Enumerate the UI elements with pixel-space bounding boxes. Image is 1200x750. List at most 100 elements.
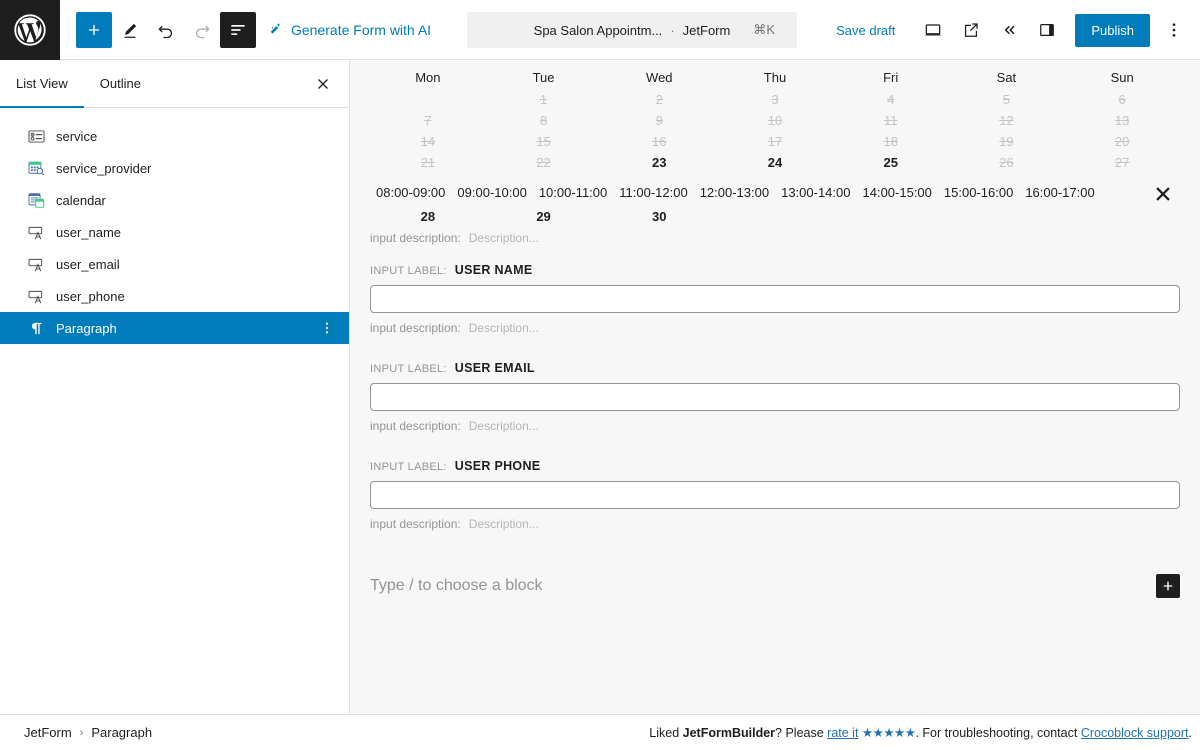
close-sidebar-button[interactable] (307, 68, 339, 100)
breadcrumb-item-paragraph[interactable]: Paragraph (91, 725, 152, 740)
calendar-day[interactable]: 4 (833, 89, 949, 110)
calendar-day[interactable]: 21 (370, 152, 486, 173)
calendar-day[interactable]: 17 (717, 131, 833, 152)
calendar-day (833, 206, 949, 227)
sidebar-item-service_provider[interactable]: service_provider (0, 152, 349, 184)
calendar-day[interactable]: 19 (949, 131, 1065, 152)
timeslot[interactable]: 09:00-10:00 (451, 183, 532, 202)
plus-icon (1163, 581, 1173, 591)
breadcrumb-item-jetform[interactable]: JetForm (24, 725, 72, 740)
timeslot[interactable]: 14:00-15:00 (857, 183, 938, 202)
kebab-menu-icon (325, 322, 329, 334)
sidebar-item-calendar[interactable]: calendar (0, 184, 349, 216)
rate-it-link[interactable]: rate it (827, 726, 858, 740)
calendar-day[interactable]: 28 (370, 206, 486, 227)
preview-external-button[interactable] (953, 12, 989, 48)
field-label-value: USER PHONE (454, 459, 541, 473)
publish-button[interactable]: Publish (1075, 13, 1150, 47)
calendar-day[interactable]: 13 (1064, 110, 1180, 131)
add-block-button[interactable] (76, 11, 112, 48)
calendar-day[interactable]: 1 (486, 89, 602, 110)
calendar-day[interactable]: 29 (486, 206, 602, 227)
append-block-button[interactable] (1156, 574, 1180, 598)
external-link-icon (965, 23, 978, 37)
tab-list-view[interactable]: List View (0, 60, 84, 108)
document-title-pill[interactable]: Spa Salon Appointm... · JetForm ⌘K (467, 12, 797, 48)
save-draft-button[interactable]: Save draft (826, 15, 905, 46)
calendar-day[interactable]: 15 (486, 131, 602, 152)
credit-prefix: Liked (649, 726, 683, 740)
sidebar-item-user_email[interactable]: user_email (0, 248, 349, 280)
timeslot[interactable]: 13:00-14:00 (775, 183, 856, 202)
calendar-day[interactable]: 25 (833, 152, 949, 173)
generate-form-with-ai-button[interactable]: Generate Form with AI (268, 20, 431, 40)
user-name-input[interactable] (370, 285, 1180, 313)
user-email-input[interactable] (370, 383, 1180, 411)
list-view-button[interactable] (220, 11, 256, 48)
timeslot[interactable]: 12:00-13:00 (694, 183, 775, 202)
field-label-key: INPUT LABEL: (370, 461, 447, 473)
sidebar-item-paragraph[interactable]: Paragraph (0, 312, 349, 344)
field-label-row: INPUT LABEL: USER NAME (370, 263, 1180, 277)
editor-canvas: Mon Tue Wed Thu Fri Sat Sun 1 2 3 4 5 6 (350, 60, 1200, 714)
calendar-day[interactable]: 16 (601, 131, 717, 152)
calendar-day[interactable]: 2 (601, 89, 717, 110)
star-rating-icon[interactable]: ★★★★★ (862, 726, 916, 740)
calendar-day[interactable]: 10 (717, 110, 833, 131)
timeslot[interactable]: 15:00-16:00 (938, 183, 1019, 202)
calendar-day[interactable]: 22 (486, 152, 602, 173)
redo-button[interactable] (184, 12, 220, 48)
calendar-day[interactable]: 12 (949, 110, 1065, 131)
sidebar-item-user_name[interactable]: user_name (0, 216, 349, 248)
block-options-button[interactable] (315, 316, 339, 340)
edit-tool-button[interactable] (112, 12, 148, 48)
sidebar-item-service[interactable]: service (0, 120, 349, 152)
desktop-icon (925, 24, 941, 36)
editor-top-bar: Generate Form with AI Spa Salon Appointm… (0, 0, 1200, 60)
credit-brand: JetFormBuilder (682, 726, 776, 740)
calendar-day[interactable]: 20 (1064, 131, 1180, 152)
timeslot[interactable]: 11:00-12:00 (613, 183, 693, 202)
calendar-day (949, 206, 1065, 227)
credit-after-stars: . For troubleshooting, contact (915, 726, 1081, 740)
tab-outline[interactable]: Outline (84, 60, 157, 107)
calendar-day[interactable]: 18 (833, 131, 949, 152)
calendar-day[interactable]: 6 (1064, 89, 1180, 110)
block-appender[interactable]: Type / to choose a block (370, 557, 1180, 615)
document-title: Spa Salon Appointm... (533, 22, 663, 38)
collapse-button[interactable] (991, 12, 1027, 48)
undo-button[interactable] (148, 12, 184, 48)
sidebar-item-user_phone[interactable]: user_phone (0, 280, 349, 312)
description-key: input description: (370, 419, 461, 433)
calendar-day[interactable]: 3 (717, 89, 833, 110)
magic-wand-icon (268, 20, 285, 40)
calendar-day[interactable]: 27 (1064, 152, 1180, 173)
calendar-day[interactable]: 7 (370, 110, 486, 131)
calendar-day[interactable]: 26 (949, 152, 1065, 173)
more-options-button[interactable] (1156, 12, 1192, 48)
calendar-day[interactable]: 24 (717, 152, 833, 173)
calendar-day[interactable]: 11 (833, 110, 949, 131)
timeslot[interactable]: 16:00-17:00 (1019, 183, 1100, 202)
clear-timeslots-button[interactable] (1148, 179, 1178, 209)
user-phone-input[interactable] (370, 481, 1180, 509)
calendar-day (1064, 206, 1180, 227)
calendar-day[interactable]: 5 (949, 89, 1065, 110)
field-label-value: USER NAME (454, 263, 533, 277)
weekday-label: Mon (415, 70, 441, 85)
calendar-day[interactable]: 23 (601, 152, 717, 173)
crocoblock-support-link[interactable]: Crocoblock support (1081, 726, 1189, 740)
calendar-field-icon (24, 188, 48, 212)
calendar-day[interactable]: 14 (370, 131, 486, 152)
calendar-day[interactable]: 9 (601, 110, 717, 131)
description-value: Description... (468, 517, 539, 531)
settings-sidebar-button[interactable] (1029, 12, 1065, 48)
view-desktop-button[interactable] (915, 12, 951, 48)
form-fields: INPUT LABEL: USER NAME input description… (350, 245, 1200, 531)
timeslot[interactable]: 10:00-11:00 (533, 183, 613, 202)
close-icon (1156, 187, 1170, 201)
calendar-day[interactable]: 30 (601, 206, 717, 227)
timeslot[interactable]: 08:00-09:00 (370, 183, 451, 202)
wordpress-logo-icon[interactable] (0, 0, 60, 60)
calendar-day[interactable]: 8 (486, 110, 602, 131)
